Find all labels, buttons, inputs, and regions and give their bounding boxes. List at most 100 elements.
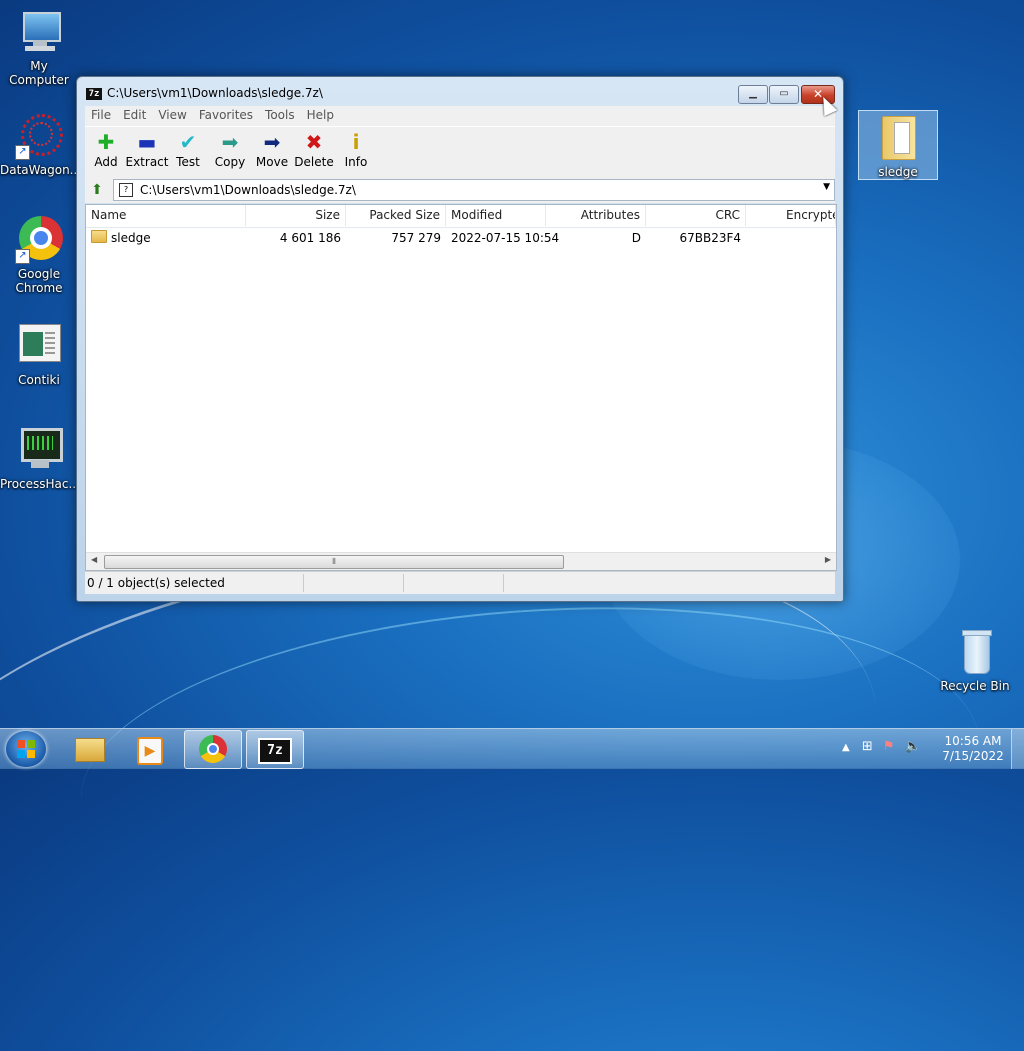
- row-size: 4 601 186: [279, 231, 341, 245]
- file-list: Name Size Packed Size Modified Attribute…: [85, 204, 837, 571]
- network-icon[interactable]: ⊞: [862, 739, 873, 754]
- row-crc: 67BB23F4: [679, 231, 741, 245]
- start-button[interactable]: [6, 731, 46, 767]
- delete-label: Delete: [294, 155, 334, 169]
- file-manager-window: 7z C:\Users\vm1\Downloads\sledge.7z\ ▁ ▭…: [76, 76, 844, 602]
- desktop-icon-recycle-bin[interactable]: Recycle Bin: [936, 630, 1014, 693]
- datawagon-icon: ↗: [15, 112, 63, 160]
- test-icon: ✔: [179, 130, 197, 154]
- status-divider: [303, 574, 304, 592]
- desktop-icon-processhacker[interactable]: ProcessHac...: [0, 426, 80, 491]
- desktop-icon-label: DataWagon...: [0, 163, 82, 177]
- scrollbar-thumb[interactable]: ⦀: [104, 555, 564, 569]
- add-button[interactable]: ✚ Add: [85, 129, 127, 169]
- menu-view[interactable]: View: [152, 106, 192, 125]
- info-button[interactable]: i Info: [335, 129, 377, 169]
- column-header-encrypted[interactable]: Encrypte: [746, 205, 836, 226]
- chevron-down-icon[interactable]: ▼: [823, 182, 830, 192]
- horizontal-scrollbar[interactable]: ◀ ⦀ ▶: [86, 552, 836, 570]
- chrome-icon: [199, 735, 227, 763]
- menu-tools[interactable]: Tools: [259, 106, 301, 125]
- test-button[interactable]: ✔ Test: [167, 129, 209, 169]
- menu-favorites[interactable]: Favorites: [193, 106, 259, 125]
- computer-icon: [15, 8, 63, 56]
- status-text: 0 / 1 object(s) selected: [87, 576, 225, 590]
- action-center-flag-icon[interactable]: ⚑: [883, 739, 895, 754]
- row-packed-size: 757 279: [391, 231, 441, 245]
- windows-logo-icon: [17, 740, 35, 758]
- up-folder-button[interactable]: ⬆: [87, 181, 107, 199]
- menu-bar: File Edit View Favorites Tools Help: [85, 106, 835, 126]
- desktop-icon-contiki[interactable]: Contiki: [0, 322, 78, 387]
- minimize-button[interactable]: ▁: [738, 85, 768, 104]
- media-player-icon: ▶: [137, 737, 163, 765]
- taskbar-media-player-button[interactable]: ▶: [122, 730, 178, 767]
- extract-button[interactable]: ▬ Extract: [125, 129, 169, 169]
- address-field[interactable]: ? C:\Users\vm1\Downloads\sledge.7z\ ▼: [113, 179, 835, 201]
- show-desktop-button[interactable]: [1011, 729, 1024, 769]
- shortcut-arrow-icon: ↗: [15, 145, 30, 160]
- scroll-left-icon[interactable]: ◀: [91, 555, 97, 564]
- status-divider: [403, 574, 404, 592]
- 7zip-app-icon: 7z: [86, 88, 102, 100]
- address-text: C:\Users\vm1\Downloads\sledge.7z\: [140, 183, 356, 197]
- desktop-icon-sledge-folder[interactable]: sledge: [858, 110, 938, 180]
- move-button[interactable]: ➡ Move: [251, 129, 293, 169]
- contiki-icon: [15, 322, 63, 370]
- taskbar-7zip-button[interactable]: 7z: [246, 730, 304, 769]
- 7zip-icon: 7z: [258, 738, 292, 764]
- chrome-icon: ↗: [15, 216, 63, 264]
- explorer-folder-icon: [75, 738, 105, 762]
- delete-icon: ✖: [305, 130, 323, 154]
- column-header-crc[interactable]: CRC: [646, 205, 746, 226]
- column-header-packed-size[interactable]: Packed Size: [346, 205, 446, 226]
- volume-icon[interactable]: 🔈: [905, 739, 921, 754]
- folder-icon: [874, 114, 922, 162]
- maximize-icon: ▭: [779, 88, 789, 99]
- taskbar-explorer-button[interactable]: [62, 730, 118, 767]
- menu-file[interactable]: File: [85, 106, 117, 125]
- maximize-button[interactable]: ▭: [769, 85, 799, 104]
- copy-button[interactable]: ➡ Copy: [209, 129, 251, 169]
- desktop-icon-label: Google Chrome: [15, 267, 63, 295]
- move-label: Move: [255, 155, 289, 169]
- delete-button[interactable]: ✖ Delete: [293, 129, 335, 169]
- processhacker-icon: [15, 426, 63, 474]
- extract-icon: ▬: [137, 130, 157, 154]
- column-header-attributes[interactable]: Attributes: [546, 205, 646, 226]
- info-label: Info: [344, 155, 368, 169]
- column-header-modified[interactable]: Modified: [446, 205, 546, 226]
- desktop-icon-datawagon[interactable]: ↗ DataWagon...: [0, 112, 82, 177]
- show-hidden-icons-icon[interactable]: ▲: [842, 742, 850, 753]
- desktop-icon-my-computer[interactable]: My Computer: [0, 8, 78, 87]
- test-label: Test: [176, 155, 200, 169]
- info-icon: i: [352, 130, 360, 154]
- system-tray: ▲ ⊞ ⚑ 🔈: [842, 739, 921, 754]
- menu-help[interactable]: Help: [301, 106, 340, 125]
- desktop-icon-label: Recycle Bin: [940, 679, 1010, 693]
- folder-icon: [91, 230, 107, 243]
- taskbar-chrome-button[interactable]: [184, 730, 242, 769]
- address-bar: ⬆ ? C:\Users\vm1\Downloads\sledge.7z\ ▼: [85, 177, 835, 203]
- desktop-icon-label: ProcessHac...: [0, 477, 80, 491]
- shortcut-arrow-icon: ↗: [15, 249, 30, 264]
- clock[interactable]: 10:56 AM 7/15/2022: [938, 734, 1008, 764]
- desktop-icon-label: sledge: [878, 165, 918, 179]
- recycle-bin-icon: [951, 630, 999, 676]
- up-arrow-icon: ⬆: [91, 182, 103, 198]
- window-titlebar[interactable]: 7z C:\Users\vm1\Downloads\sledge.7z\ ▁ ▭…: [77, 77, 843, 107]
- menu-edit[interactable]: Edit: [117, 106, 152, 125]
- archive-icon: ?: [119, 183, 133, 197]
- row-encrypted: [746, 229, 836, 247]
- row-name: sledge: [111, 231, 151, 245]
- taskbar: ▶ 7z ▲ ⊞ ⚑ 🔈 10:56 AM 7/15/2022: [0, 728, 1024, 769]
- column-header-name[interactable]: Name: [86, 205, 246, 226]
- scroll-right-icon[interactable]: ▶: [825, 555, 831, 564]
- desktop-icon-google-chrome[interactable]: ↗ Google Chrome: [0, 216, 78, 295]
- column-header-size[interactable]: Size: [246, 205, 346, 226]
- clock-time: 10:56 AM: [944, 734, 1002, 748]
- row-name-cell: sledge: [86, 229, 246, 247]
- add-icon: ✚: [97, 130, 115, 154]
- column-header-row: Name Size Packed Size Modified Attribute…: [86, 205, 836, 228]
- row-modified: 2022-07-15 10:54: [451, 231, 560, 245]
